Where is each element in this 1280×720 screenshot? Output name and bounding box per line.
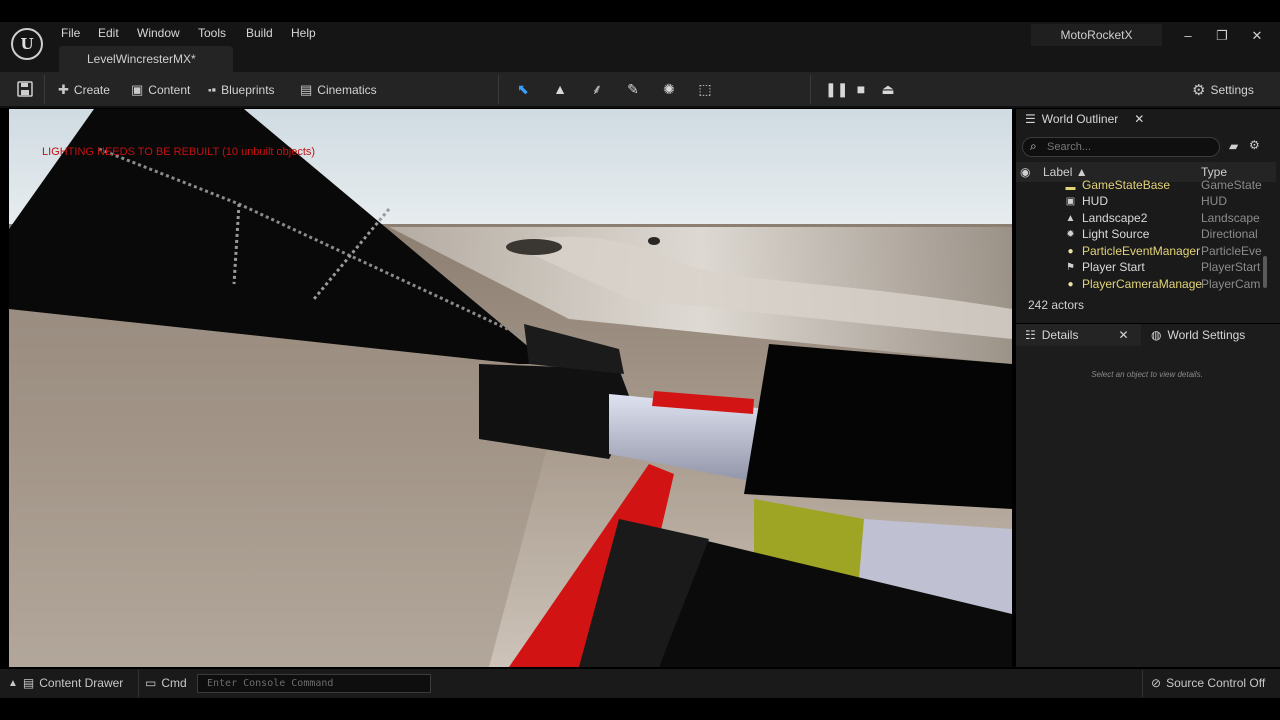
actor-count: 242 actors [1028, 298, 1085, 312]
world-outliner-title: World Outliner [1041, 112, 1119, 126]
details-icon: ☷ [1025, 328, 1036, 342]
flag-icon: ⚑ [1066, 262, 1075, 273]
hud-icon: ▣ [1065, 196, 1076, 207]
table-row[interactable]: ▬ GameStateBase GameState [1016, 180, 1264, 192]
source-control-off-icon: ⊘ [1151, 676, 1162, 690]
world-settings-tab[interactable]: ◍ World Settings [1151, 325, 1245, 345]
content-drawer-button[interactable]: ▲ ▤ Content Drawer [8, 673, 123, 693]
visibility-eye-icon[interactable]: ◉ [1020, 165, 1030, 179]
create-button[interactable]: ✚ Create [58, 80, 110, 100]
menu-tools[interactable]: Tools [198, 26, 226, 40]
add-actor-icon: ✚ [58, 82, 69, 97]
lighting-warning: LIGHTING NEEDS TO BE REBUILT (10 unbuilt… [42, 146, 316, 158]
toolbar-separator [810, 75, 811, 104]
cinematics-button[interactable]: ▤ Cinematics [300, 80, 377, 100]
toolbar-separator [44, 75, 45, 104]
outliner-search-input[interactable]: ⌕ Search... [1022, 137, 1220, 157]
content-drawer-label: Content Drawer [39, 676, 124, 690]
list-icon: ☰ [1025, 112, 1036, 126]
details-tab[interactable]: ☷ Details ✕ [1025, 325, 1129, 345]
content-icon: ▣ [131, 82, 144, 97]
level-viewport[interactable] [9, 109, 1012, 667]
save-icon[interactable] [16, 80, 34, 98]
create-label: Create [73, 83, 110, 97]
table-row[interactable]: ● ParticleEventManager ParticleEve [1016, 244, 1264, 260]
light-icon: ✹ [1066, 229, 1075, 240]
close-tab-icon[interactable]: ✕ [1134, 112, 1144, 126]
close-tab-icon[interactable]: ✕ [1118, 328, 1128, 342]
world-outliner-tab[interactable]: ☰ World Outliner ✕ [1025, 109, 1144, 129]
source-control-button[interactable]: ⊘ Source Control Off [1151, 673, 1265, 693]
details-empty-message: Select an object to view details. [1091, 370, 1203, 379]
menu-window[interactable]: Window [137, 26, 180, 40]
landscape-mode-icon[interactable]: ▲ [550, 80, 570, 98]
eject-icon[interactable]: ⏏ [878, 80, 898, 98]
blueprints-button[interactable]: ⬝▪ Blueprints [208, 80, 275, 100]
restore-button[interactable]: ❐ [1212, 26, 1232, 46]
actor-icon: ▬ [1065, 182, 1076, 192]
source-control-label: Source Control Off [1166, 676, 1266, 690]
table-row[interactable]: ● PlayerCameraManage PlayerCam [1016, 277, 1264, 293]
cinematics-label: Cinematics [317, 83, 377, 97]
scene-render [9, 109, 1012, 667]
foliage-mode-icon[interactable]: ⸙ [587, 80, 607, 98]
fracture-mode-icon[interactable]: ✺ [659, 80, 679, 98]
content-button[interactable]: ▣ Content [131, 80, 190, 100]
outliner-scrollbar[interactable] [1263, 256, 1267, 288]
content-drawer-icon: ▤ [22, 676, 35, 690]
clapperboard-icon: ▤ [300, 82, 313, 97]
status-separator [1142, 670, 1143, 697]
menu-file[interactable]: File [61, 26, 80, 40]
actor-icon: ● [1067, 246, 1074, 257]
column-type[interactable]: Type [1201, 165, 1227, 179]
table-row[interactable]: ✹ Light Source Directional [1016, 227, 1264, 243]
content-label: Content [148, 83, 191, 97]
console-input[interactable]: Enter Console Command [197, 674, 431, 693]
minimize-button[interactable]: – [1178, 26, 1198, 46]
unreal-logo-icon[interactable]: U [11, 28, 43, 60]
geometry-mode-icon[interactable]: ⬚ [695, 80, 715, 98]
stop-icon[interactable]: ■ [851, 80, 871, 98]
project-name: MotoRocketX [1031, 24, 1162, 46]
actor-icon: ● [1067, 279, 1074, 290]
world-settings-title: World Settings [1167, 328, 1246, 342]
table-row[interactable]: ▲ Landscape2 Landscape [1016, 211, 1264, 227]
terminal-icon: ▭ [145, 676, 157, 690]
gear-icon[interactable]: ⚙ [1249, 138, 1260, 152]
settings-button[interactable]: ⚙ Settings [1192, 80, 1254, 100]
gear-icon: ⚙ [1192, 82, 1206, 99]
pause-icon[interactable]: ❚❚ [825, 80, 848, 98]
details-title: Details [1041, 328, 1079, 342]
cmd-button[interactable]: ▭ Cmd [145, 673, 187, 693]
table-row[interactable]: ▣ HUD HUD [1016, 194, 1264, 210]
table-row[interactable]: ⚑ Player Start PlayerStart [1016, 260, 1264, 276]
settings-label: Settings [1210, 83, 1254, 97]
select-mode-icon[interactable]: ⬉ [513, 80, 533, 98]
search-placeholder: Search... [1047, 141, 1092, 153]
add-folder-icon[interactable]: ▰ [1229, 139, 1238, 153]
chevron-up-icon: ▲ [8, 677, 18, 689]
blueprints-label: Blueprints [221, 83, 275, 97]
blueprints-icon: ⬝▪ [208, 82, 217, 97]
menu-build[interactable]: Build [246, 26, 273, 40]
search-icon: ⌕ [1030, 139, 1037, 153]
globe-icon: ◍ [1151, 328, 1162, 342]
outliner-header: ◉ Label ▲ Type [1016, 162, 1276, 182]
status-bar [0, 669, 1280, 698]
cmd-label: Cmd [161, 676, 187, 690]
menu-edit[interactable]: Edit [98, 26, 119, 40]
column-label[interactable]: Label ▲ [1043, 165, 1088, 179]
status-separator [138, 670, 139, 697]
landscape-icon: ▲ [1065, 213, 1076, 224]
close-button[interactable]: ✕ [1247, 26, 1267, 46]
level-tab[interactable]: LevelWincresterMX* [59, 46, 233, 72]
toolbar-separator [498, 75, 499, 104]
mesh-paint-mode-icon[interactable]: ✎ [623, 80, 643, 98]
menu-help[interactable]: Help [291, 26, 316, 40]
